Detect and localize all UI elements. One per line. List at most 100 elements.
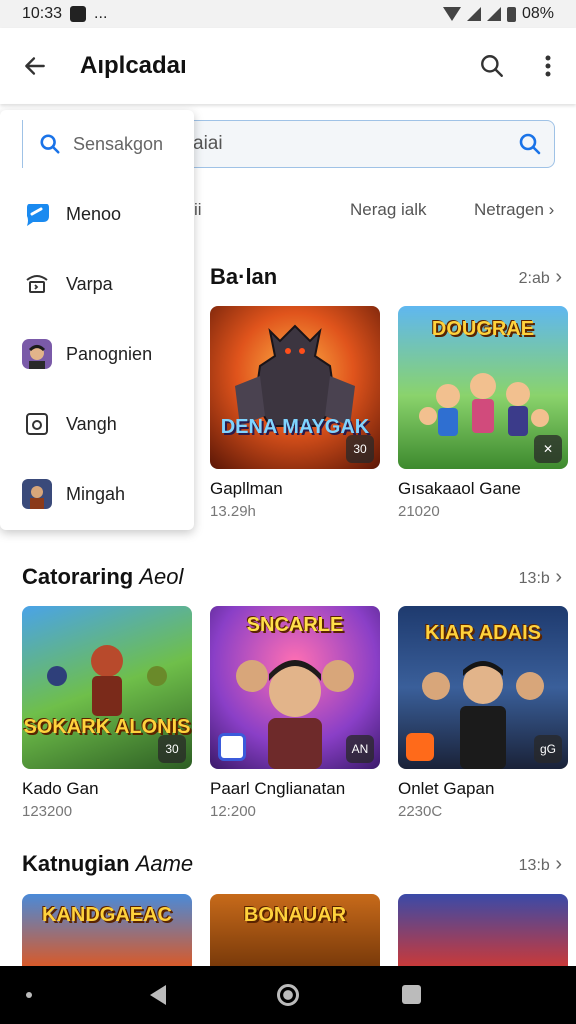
thumbnail-art-title: SNCARLE — [246, 614, 344, 636]
game-meta: 12:200 — [210, 803, 256, 820]
filter-item-1[interactable]: Nerag ialk — [350, 200, 427, 220]
dropdown-item-label: Panognien — [66, 343, 153, 364]
thumbnail-art-title: DOUGRAE — [431, 318, 535, 340]
more-options-button[interactable] — [520, 28, 576, 104]
game-thumbnail: DOUGRAE ✕ — [398, 306, 568, 469]
game-name: Gapllman — [210, 479, 283, 498]
game-card[interactable]: DENA MAYGAK 30 Gapllman 13.29h — [210, 306, 380, 520]
search-icon — [481, 55, 503, 77]
section-more-link[interactable]: 13:b — [519, 566, 562, 589]
game-thumbnail: BONAUAR — [210, 894, 380, 966]
system-nav-bar — [0, 966, 576, 1024]
game-card[interactable]: KANDGAEAC — [22, 894, 192, 966]
game-card[interactable]: SOKARK ALONIS 30 Kado Gan 123200 — [22, 606, 192, 820]
section-header-2: Catoraring Aeol 13:b — [22, 562, 562, 592]
thumbnail-art-title: KIAR ADAIS — [425, 622, 541, 644]
section-title-main: Catoraring — [22, 564, 134, 589]
game-thumbnail: SOKARK ALONIS 30 — [22, 606, 192, 769]
section-title: Catoraring Aeol — [22, 564, 183, 590]
more-vert-icon — [545, 55, 551, 77]
dropdown-item[interactable]: Vangh — [22, 404, 192, 444]
game-thumbnail — [398, 894, 568, 966]
back-button[interactable] — [0, 28, 70, 104]
chat-bubble-icon — [22, 199, 52, 229]
notification-icon — [70, 6, 87, 22]
section-title-main: Katnugian — [22, 851, 130, 876]
nav-home-button[interactable] — [277, 984, 299, 1006]
section-header-3: Katnugian Aame 13:b — [22, 849, 562, 879]
wifi-icon — [442, 7, 461, 21]
filter-fragment: ii — [194, 200, 202, 219]
square-icon — [22, 409, 52, 439]
game-name: Paarl Cnglianatan — [210, 779, 346, 798]
thumbnail-badge: 30 — [158, 735, 186, 763]
search-submit-button[interactable] — [506, 132, 554, 156]
battery-level: 08% — [521, 5, 554, 22]
thumbnail-badge: gG — [534, 735, 562, 763]
status-bar: 10:33 ... 08% — [0, 0, 576, 28]
dropdown-item-label: Varpa — [66, 273, 113, 294]
status-right: 08% — [442, 5, 554, 23]
app-logo-icon — [406, 733, 434, 761]
page-title: Aıplcadaı — [80, 52, 187, 79]
game-card[interactable] — [398, 894, 568, 966]
game-thumbnail: KANDGAEAC — [22, 894, 192, 966]
dropdown-item[interactable]: Menoo — [22, 194, 192, 234]
signal-icon — [466, 7, 481, 21]
thumbnail-badge: ✕ — [534, 435, 562, 463]
search-icon — [519, 133, 541, 155]
game-meta: 2230C — [398, 803, 443, 820]
game-thumbnail: DENA MAYGAK 30 — [210, 306, 380, 469]
dropdown-item[interactable]: Mingah — [22, 474, 192, 514]
section-more-link[interactable]: 13:b — [519, 853, 562, 876]
nav-indicator-icon — [26, 992, 32, 998]
terminal-icon — [22, 269, 52, 299]
game-thumb-icon — [22, 479, 52, 509]
game-name: Gısakaaol Gane — [398, 479, 521, 498]
dropdown-item-label: Vangh — [66, 413, 117, 434]
thumbnail-art-title: BONAUAR — [243, 904, 347, 926]
section-title-light: Aeol — [139, 564, 184, 589]
dropdown-item-label: Mingah — [66, 483, 126, 504]
status-left: 10:33 ... — [22, 5, 107, 23]
game-card[interactable]: BONAUAR — [210, 894, 380, 966]
game-name: Onlet Gapan — [398, 779, 495, 798]
filter-item-2[interactable]: Netragen › — [474, 200, 554, 220]
game-card[interactable]: KIAR ADAIS gG Onlet Gapan 2230C — [398, 606, 568, 820]
thumbnail-art-title: KANDGAEAC — [42, 904, 172, 926]
dropdown-search-label: Sensakgon — [73, 133, 164, 154]
dropdown-item[interactable]: Panognien — [22, 334, 192, 374]
game-thumbnail: SNCARLE AN — [210, 606, 380, 769]
game-name: Kado Gan — [22, 779, 99, 798]
avatar-icon — [22, 339, 52, 369]
game-card[interactable]: SNCARLE AN Paarl Cnglianatan 12:200 — [210, 606, 380, 820]
game-meta: 21020 — [398, 503, 440, 520]
dropdown-item-label: Menoo — [66, 203, 122, 224]
dropdown-item[interactable]: Varpa — [22, 264, 192, 304]
thumbnail-badge: AN — [346, 735, 374, 763]
section-title: Katnugian Aame — [22, 851, 193, 877]
nav-back-button[interactable] — [150, 985, 166, 1005]
search-button[interactable] — [464, 28, 520, 104]
nav-recents-button[interactable] — [402, 985, 421, 1004]
game-meta: 123200 — [22, 803, 73, 820]
battery-icon — [506, 6, 516, 22]
thumbnail-badge: 30 — [346, 435, 374, 463]
dropdown-search-item[interactable]: Sensakgon — [22, 120, 194, 168]
app-logo-icon — [218, 733, 246, 761]
status-time: 10:33 — [22, 5, 63, 22]
suggestions-dropdown: Sensakgon Menoo Varpa Panognien Vangh Mi… — [0, 110, 194, 530]
section-title: Ba·lan — [210, 264, 278, 289]
section-more-link[interactable]: 2:ab — [519, 266, 562, 289]
game-thumbnail: KIAR ADAIS gG — [398, 606, 568, 769]
filter-item-2-label: Netragen — [474, 200, 544, 219]
arrow-left-icon — [25, 57, 45, 75]
game-meta: 13.29h — [210, 503, 256, 520]
app-bar: Aıplcadaı — [0, 28, 576, 104]
game-card[interactable]: DOUGRAE ✕ Gısakaaol Gane 21020 — [398, 306, 568, 520]
search-value: aiai — [193, 133, 223, 154]
section-title-light: Aame — [135, 851, 194, 876]
search-icon — [39, 133, 61, 155]
signal-icon-2 — [486, 7, 501, 21]
app-actions — [464, 28, 576, 104]
